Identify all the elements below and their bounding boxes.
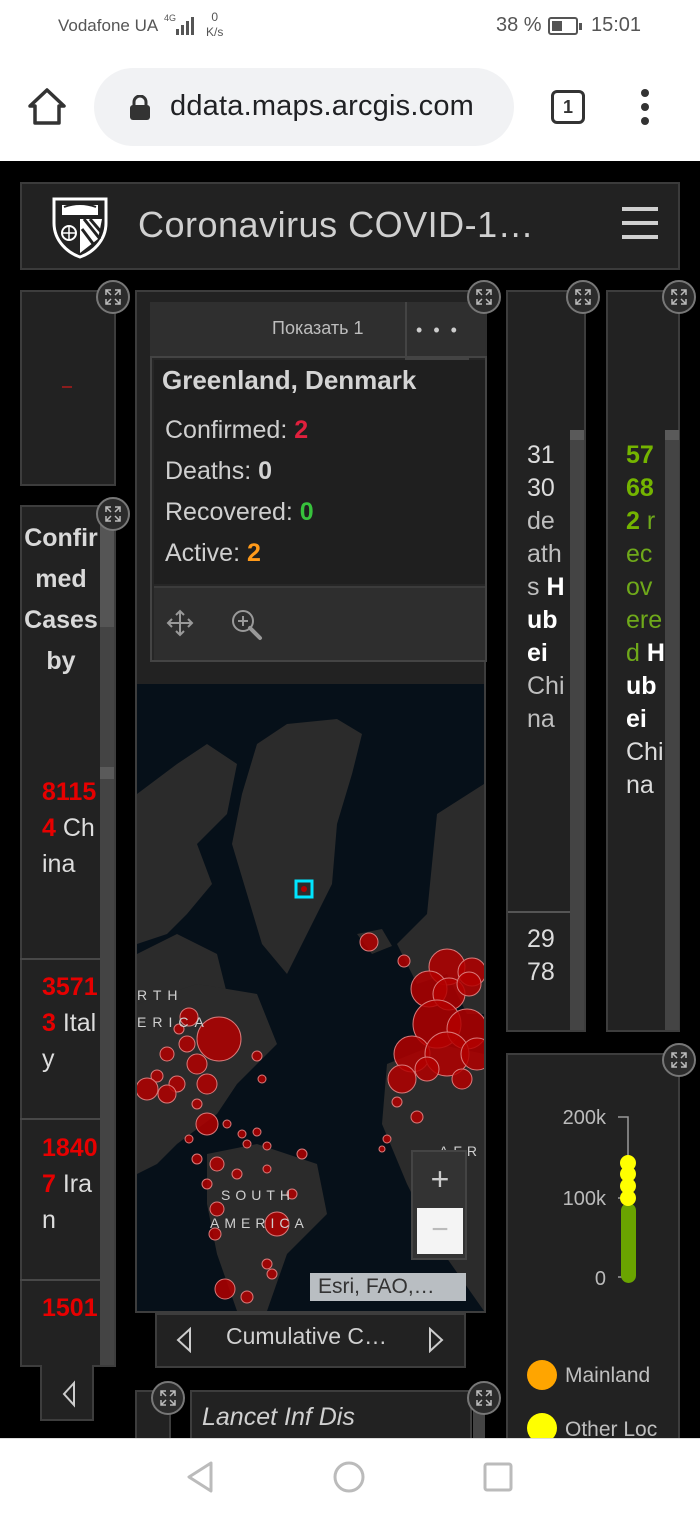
carrier-name: Vodafone UA	[58, 16, 159, 35]
divider	[508, 911, 570, 913]
expand-icon[interactable]	[662, 280, 696, 314]
more-vert-icon[interactable]	[638, 89, 652, 125]
expand-icon[interactable]	[467, 280, 501, 314]
recents-icon[interactable]	[482, 1461, 514, 1493]
death-count: 2978	[527, 925, 555, 986]
back-icon[interactable]	[184, 1460, 216, 1494]
data-point	[620, 1190, 636, 1206]
scrollbar-thumb[interactable]	[570, 430, 584, 440]
expand-icon[interactable]	[662, 1043, 696, 1077]
expand-icon[interactable]	[96, 497, 130, 531]
map-label-south-america: SOUTH	[221, 1187, 295, 1203]
mainland-series	[621, 1203, 636, 1283]
scrollbar[interactable]	[570, 430, 584, 1030]
left-panel-summary	[20, 290, 116, 486]
field-value: 0	[258, 457, 273, 485]
expand-icon[interactable]	[151, 1381, 185, 1415]
field-label: Confirmed:	[165, 416, 295, 444]
death-count: 3130	[527, 441, 555, 502]
url-text[interactable]: ddata.maps.arcgis.com	[170, 90, 474, 123]
dashboard-title: Coronavirus COVID-1…	[138, 204, 535, 245]
zoom-out-button[interactable]: −	[417, 1208, 463, 1254]
popup-field-recovered: Recovered: 0	[165, 498, 314, 527]
network-type: 4G	[164, 13, 177, 23]
popup-location-title: Greenland, Denmark	[162, 365, 417, 395]
hamburger-icon[interactable]	[622, 207, 658, 243]
confirmed-cases-title: Confirmed Cases by	[24, 524, 98, 675]
chevron-left-icon	[62, 1380, 75, 1408]
signal-icon	[176, 17, 194, 35]
field-label: Deaths:	[165, 457, 259, 485]
scrollbar-thumb[interactable]	[665, 430, 679, 440]
list-item[interactable]: 35713 Italy	[24, 969, 98, 1077]
country-name: China	[626, 738, 664, 799]
list-item[interactable]: 2978	[527, 923, 567, 989]
battery-icon	[548, 17, 582, 35]
tab-switcher-button[interactable]: 1	[551, 90, 585, 124]
y-tick-label: 0	[595, 1268, 606, 1290]
zoom-in-button[interactable]: +	[417, 1156, 463, 1202]
home-circle-icon[interactable]	[332, 1460, 366, 1494]
popup-more-button[interactable]: • • •	[405, 302, 469, 360]
jhu-shield-logo	[52, 197, 108, 259]
speed-value: 0	[211, 10, 219, 24]
y-tick-label: 100k	[563, 1188, 607, 1210]
lock-icon	[130, 95, 150, 120]
pan-icon[interactable]	[165, 608, 195, 638]
collapse-panel-button[interactable]	[40, 1365, 94, 1421]
network-speed: 0 K/s	[206, 10, 223, 40]
popup-field-active: Active: 2	[165, 539, 261, 568]
popup-field-deaths: Deaths: 0	[165, 457, 272, 486]
pager-label: Cumulative C…	[226, 1323, 388, 1349]
list-item[interactable]: 57682 recovered Hubei China	[626, 439, 666, 802]
legend-swatch	[527, 1360, 557, 1390]
expand-icon[interactable]	[566, 280, 600, 314]
scrollbar[interactable]	[100, 507, 114, 1365]
field-value: 2	[294, 416, 309, 444]
country-name: China	[527, 672, 565, 733]
chevron-right-icon[interactable]	[426, 1327, 446, 1353]
popup-field-confirmed: Confirmed: 2	[165, 416, 308, 445]
home-icon[interactable]	[26, 86, 68, 128]
field-label: Recovered:	[165, 498, 300, 526]
expand-icon[interactable]	[96, 280, 130, 314]
zoom-control: + −	[411, 1150, 467, 1260]
field-value: 2	[246, 539, 261, 567]
divider	[20, 958, 100, 960]
speed-unit: K/s	[206, 25, 224, 39]
references-title: Lancet Inf Dis	[202, 1403, 355, 1431]
map-attribution[interactable]: Esri, FAO,…	[310, 1273, 466, 1301]
show-features-button[interactable]: Показать 1	[272, 318, 364, 339]
expand-icon[interactable]	[467, 1381, 501, 1415]
legend-label: Mainland	[565, 1364, 651, 1387]
summary-placeholder	[62, 386, 72, 388]
list-item[interactable]: 18407 Iran	[24, 1130, 98, 1238]
svg-text:AMERICA: AMERICA	[210, 1215, 309, 1231]
list-item[interactable]: 81154 China	[24, 774, 98, 882]
field-label: Active:	[165, 539, 247, 567]
field-value: 0	[299, 498, 314, 526]
chevron-left-icon[interactable]	[174, 1327, 194, 1353]
y-tick-label: 200k	[563, 1107, 607, 1129]
mini-chart: 200k 100k 0	[563, 1107, 636, 1290]
map-label-north-america: RTH	[137, 987, 184, 1003]
clock: 15:01	[591, 14, 642, 36]
divider	[20, 1118, 100, 1120]
list-item[interactable]: 3130 deaths Hubei China	[527, 439, 567, 736]
divider	[20, 1279, 100, 1281]
popup-footer	[154, 586, 485, 660]
scrollbar-thumb-2[interactable]	[100, 767, 114, 779]
zoom-to-icon[interactable]	[230, 608, 264, 642]
scrollbar[interactable]	[665, 430, 679, 1030]
svg-text:ERICA: ERICA	[137, 1014, 210, 1030]
list-item[interactable]: 1501	[24, 1290, 98, 1326]
case-count: 1501	[42, 1294, 98, 1322]
battery-percent: 38 %	[496, 14, 542, 36]
